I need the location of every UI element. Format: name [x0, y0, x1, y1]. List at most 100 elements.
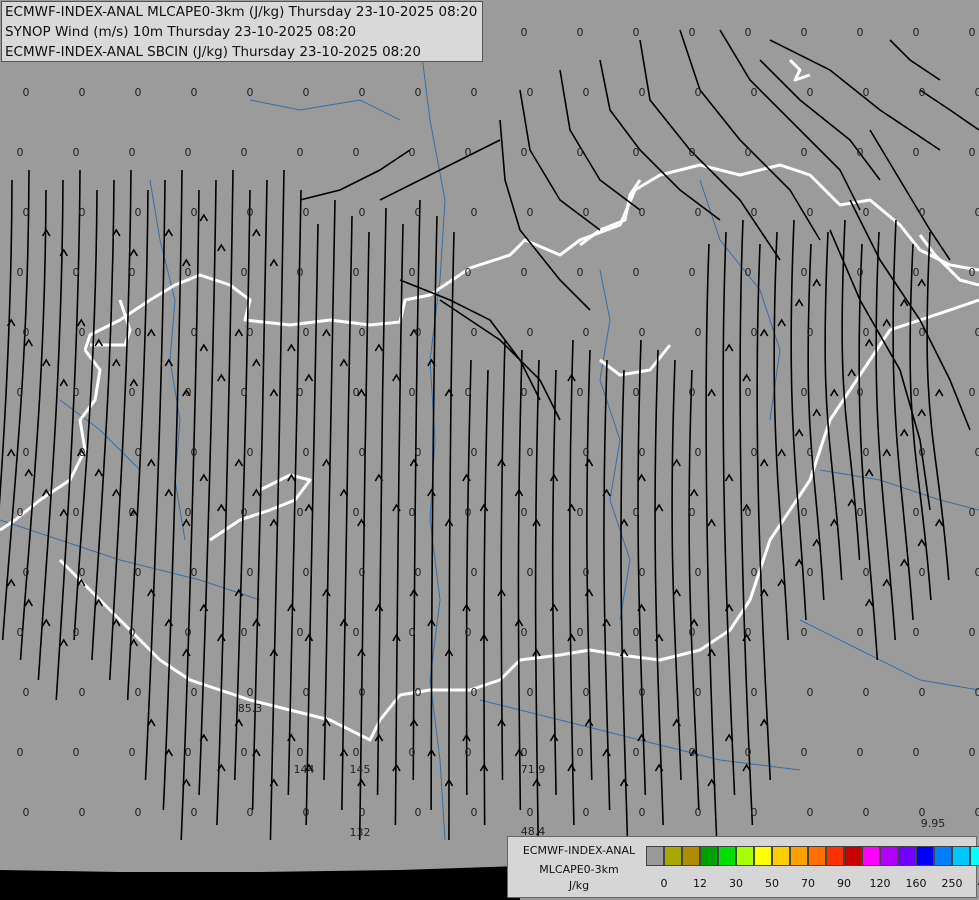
weather-map[interactable]: 0 0 0 0 0 0 0 0 0 0 0 0 0 0 0 0 0 0 0 0 0 0 0 0 0 0 0 0 0 0 0 0 0 0 0 0 0 0 0 0… [0, 0, 979, 900]
cape-value-label: 0 [975, 86, 979, 99]
cape-value-label: 0 [241, 506, 248, 519]
cape-value-label: 0 [297, 746, 304, 759]
cape-value-label: 0 [191, 566, 198, 579]
cape-value-label: 0 [857, 506, 864, 519]
cape-value-label: 0 [801, 26, 808, 39]
cape-value-label: 0 [583, 326, 590, 339]
cape-value-label: 0 [583, 206, 590, 219]
cape-value-label: 0 [801, 746, 808, 759]
cape-value-label: 0 [303, 806, 310, 819]
cape-value-label: 0 [751, 86, 758, 99]
cape-value-label: 0 [79, 446, 86, 459]
cape-value-label: 0 [135, 446, 142, 459]
legend-swatch [826, 846, 844, 866]
cape-value-label: 0 [913, 506, 920, 519]
cape-value-label: 0 [521, 506, 528, 519]
cape-value-label: 0 [353, 386, 360, 399]
cape-value-label: 0 [79, 806, 86, 819]
cape-value-label: 0 [639, 806, 646, 819]
cape-value-label: 0 [975, 206, 979, 219]
cape-value-label: 0 [17, 506, 24, 519]
cape-value-label: 0 [695, 566, 702, 579]
cape-value-label: 0 [353, 146, 360, 159]
cape-value-label: 0 [863, 326, 870, 339]
cape-value-label: 0 [129, 146, 136, 159]
cape-value-label: 0 [185, 506, 192, 519]
cape-value-label: 0 [583, 806, 590, 819]
cape-value-label: 0 [639, 206, 646, 219]
cape-value-label: 0 [409, 266, 416, 279]
cape-value-label: 0 [23, 446, 30, 459]
cape-value-label: 0 [359, 206, 366, 219]
cape-value-label: 0 [751, 446, 758, 459]
cape-value-label: 0 [471, 806, 478, 819]
cape-value-label: 0 [415, 86, 422, 99]
cape-value-label: 0 [17, 746, 24, 759]
cape-special-value: 9.95 [921, 817, 946, 830]
cape-value-label: 0 [633, 26, 640, 39]
cape-value-label: 0 [303, 566, 310, 579]
legend-swatch [934, 846, 952, 866]
cape-value-label: 0 [191, 686, 198, 699]
cape-value-label: 0 [689, 386, 696, 399]
cape-value-label: 0 [409, 506, 416, 519]
cape-value-label: 0 [919, 446, 926, 459]
cape-special-value: 132 [350, 826, 371, 839]
cape-value-label: 0 [527, 686, 534, 699]
legend-tick-label: 12 [693, 877, 707, 890]
cape-value-label: 0 [695, 686, 702, 699]
legend-tick-label: 50 [765, 877, 779, 890]
cape-value-label: 0 [465, 386, 472, 399]
cape-value-label: 0 [807, 686, 814, 699]
cape-value-label: 0 [969, 506, 976, 519]
cape-value-label: 0 [191, 326, 198, 339]
cape-value-label: 0 [801, 266, 808, 279]
cape-value-label: 0 [745, 146, 752, 159]
title-synop-wind: SYNOP Wind (m/s) 10m Thursday 23-10-2025… [5, 24, 357, 40]
cape-value-label: 0 [297, 146, 304, 159]
legend-swatch [736, 846, 754, 866]
cape-value-label: 0 [135, 806, 142, 819]
cape-value-label: 0 [577, 506, 584, 519]
legend-tick-label: 0 [660, 877, 668, 890]
cape-value-label: 0 [247, 206, 254, 219]
cape-value-label: 0 [185, 386, 192, 399]
legend-unit: J/kg [568, 879, 590, 892]
cape-special-value: 145 [350, 763, 371, 776]
cape-value-label: 0 [689, 626, 696, 639]
cape-value-label: 0 [129, 506, 136, 519]
cape-value-label: 0 [639, 86, 646, 99]
cape-value-label: 0 [471, 326, 478, 339]
cape-value-label: 0 [527, 326, 534, 339]
cape-value-label: 0 [521, 26, 528, 39]
cape-value-label: 0 [17, 266, 24, 279]
cape-value-label: 0 [73, 506, 80, 519]
legend-swatch [790, 846, 808, 866]
cape-value-label: 0 [745, 626, 752, 639]
cape-value-label: 0 [79, 566, 86, 579]
cape-value-label: 0 [415, 686, 422, 699]
cape-value-label: 0 [975, 566, 979, 579]
cape-value-label: 0 [353, 506, 360, 519]
cape-value-label: 0 [639, 446, 646, 459]
cape-value-label: 0 [919, 326, 926, 339]
legend-tick-label: 160 [905, 877, 927, 890]
color-legend: ECMWF-INDEX-ANAL MLCAPE0-3km J/kg 0 12 30 5… [507, 836, 979, 898]
cape-value-label: 0 [17, 146, 24, 159]
cape-value-label: 0 [17, 626, 24, 639]
cape-value-label: 0 [73, 266, 80, 279]
cape-value-label: 0 [919, 566, 926, 579]
cape-value-label: 0 [857, 746, 864, 759]
cape-value-label: 0 [79, 326, 86, 339]
cape-value-label: 0 [527, 206, 534, 219]
cape-value-label: 0 [247, 566, 254, 579]
cape-value-label: 0 [415, 446, 422, 459]
cape-value-label: 0 [695, 86, 702, 99]
cape-value-label: 0 [801, 626, 808, 639]
cape-value-label: 0 [303, 686, 310, 699]
cape-value-label: 0 [409, 626, 416, 639]
cape-value-label: 0 [465, 146, 472, 159]
cape-value-label: 0 [969, 146, 976, 159]
cape-value-label: 0 [521, 626, 528, 639]
cape-value-label: 0 [129, 626, 136, 639]
